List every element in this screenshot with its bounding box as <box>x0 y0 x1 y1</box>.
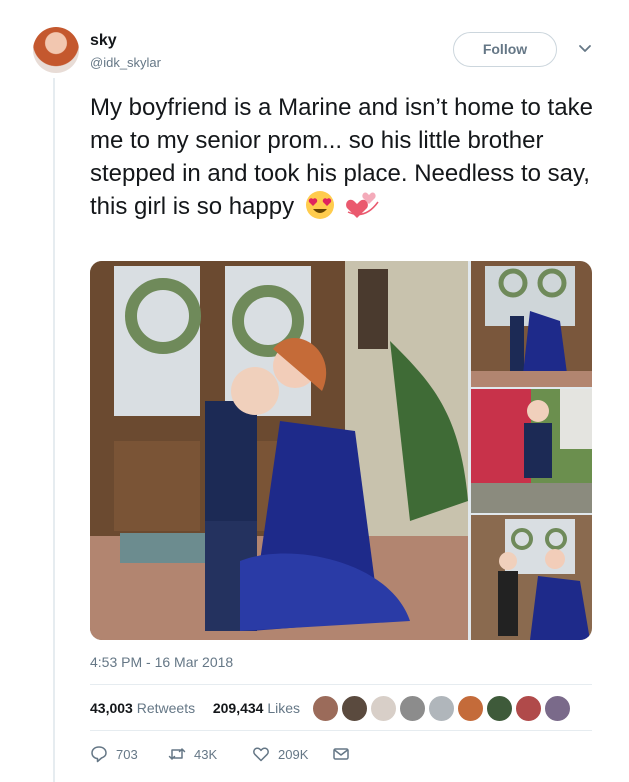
avatar[interactable] <box>33 27 79 73</box>
reply-count: 703 <box>116 746 138 762</box>
liker-avatar[interactable] <box>312 695 339 722</box>
tweet-actions: 703 43K 209K <box>90 745 592 769</box>
user-name[interactable]: sky <box>90 32 117 50</box>
main-photo[interactable] <box>90 261 468 640</box>
reply-icon <box>91 746 107 763</box>
liker-avatar[interactable] <box>457 695 484 722</box>
reply-button[interactable]: 703 <box>90 745 138 763</box>
tweet-text: My boyfriend is a Marine and isn’t home … <box>90 91 595 223</box>
retweet-count: 43K <box>194 746 218 762</box>
divider <box>90 730 592 731</box>
tweet-body: My boyfriend is a Marine and isn’t home … <box>90 94 593 220</box>
thumbnail-1[interactable] <box>471 261 592 387</box>
retweets-count[interactable]: 43,003 <box>90 700 133 716</box>
revolving-hearts-emoji-icon <box>346 192 380 218</box>
engagement-stats: 43,003 Retweets 209,434 Likes <box>90 700 300 716</box>
like-button[interactable]: 209K <box>252 745 308 763</box>
user-handle[interactable]: @idk_skylar <box>90 55 161 70</box>
liker-avatar[interactable] <box>544 695 571 722</box>
envelope-icon <box>333 748 349 760</box>
retweet-button[interactable]: 43K <box>168 745 217 763</box>
thumbnail-3[interactable] <box>471 515 592 640</box>
liker-avatar[interactable] <box>399 695 426 722</box>
liker-avatar[interactable] <box>370 695 397 722</box>
tweet-timestamp[interactable]: 4:53 PM - 16 Mar 2018 <box>90 654 233 670</box>
likes-label[interactable]: Likes <box>267 700 300 716</box>
thumbnail-2[interactable] <box>471 389 592 513</box>
follow-button[interactable]: Follow <box>453 32 557 67</box>
chevron-down-icon[interactable] <box>577 40 593 56</box>
retweet-icon <box>168 748 186 760</box>
thread-line <box>53 78 55 782</box>
liker-avatar[interactable] <box>515 695 542 722</box>
like-count: 209K <box>278 746 309 762</box>
likes-count[interactable]: 209,434 <box>213 700 264 716</box>
direct-message-button[interactable] <box>332 745 350 763</box>
heart-eyes-emoji-icon <box>305 191 334 219</box>
liker-avatar[interactable] <box>428 695 455 722</box>
heart-icon <box>253 747 269 762</box>
tweet-photo-grid[interactable] <box>90 261 592 640</box>
liker-avatar[interactable] <box>486 695 513 722</box>
retweets-label[interactable]: Retweets <box>137 700 195 716</box>
divider <box>90 684 592 685</box>
liker-avatar[interactable] <box>341 695 368 722</box>
